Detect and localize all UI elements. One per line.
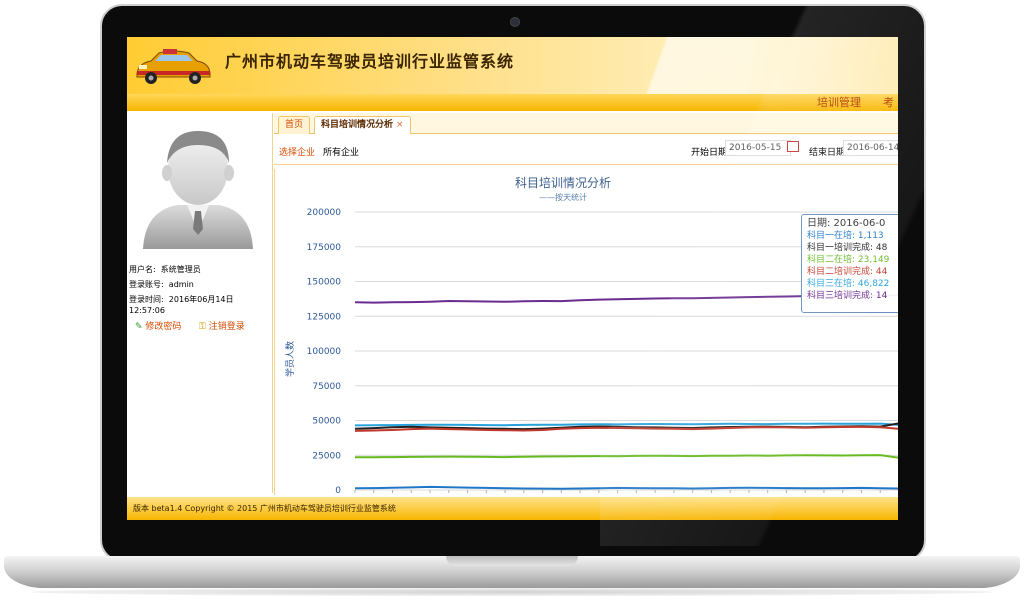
series-line-6[interactable]	[354, 485, 898, 490]
user-name-label: 用户名:	[129, 265, 156, 274]
user-account-label: 登录账号:	[129, 280, 164, 289]
key-icon: ⚿	[199, 322, 206, 332]
end-date-label: 结束日期	[809, 148, 846, 158]
login-date: 2016年06月14日	[168, 295, 234, 304]
logout-link[interactable]: ⚿ 注销登录	[199, 319, 245, 332]
change-password-label: 修改密码	[145, 322, 182, 332]
enterprise-label: 选择企业	[279, 148, 316, 158]
login-time-row: 登录时间: 2016年06月14日	[129, 294, 234, 305]
chart-subtitle: ——按天统计	[539, 192, 587, 202]
app-screen: 广州市机动车驾驶员培训行业监管系统 培训管理 考 用户名: 系统管理员 登录账号…	[127, 37, 898, 520]
user-account: admin	[168, 280, 194, 289]
logout-label: 注销登录	[208, 322, 245, 332]
calendar-icon[interactable]	[787, 141, 799, 152]
user-name-row: 用户名: 系统管理员	[129, 264, 201, 275]
tooltip-row: 科目二培训完成: 44	[807, 267, 888, 277]
top-nav	[127, 94, 898, 111]
y-tick-label: 0	[335, 486, 341, 495]
user-avatar-icon	[143, 131, 253, 249]
laptop-notch	[446, 556, 578, 566]
tooltip-date: 日期: 2016-06-0	[807, 218, 886, 229]
nav-item-exam[interactable]: 考	[883, 94, 894, 111]
series-line-2[interactable]	[354, 422, 898, 427]
tooltip-row: 科目一在培: 1,113	[807, 231, 884, 241]
footer: 版本 beta1.4 Copyright © 2015 广州市机动车驾驶员培训行…	[127, 497, 898, 520]
tab-subject-analysis[interactable]: 科目培训情况分析 ×	[314, 116, 411, 134]
y-axis-label: 学员人数	[284, 341, 296, 377]
tooltip-row: 科目一培训完成: 48	[807, 243, 888, 253]
taxi-logo-icon	[136, 49, 211, 84]
user-panel: 用户名: 系统管理员 登录账号: admin 登录时间: 2016年06月14日…	[127, 113, 273, 493]
tab-subject-analysis-label: 科目培训情况分析	[321, 120, 394, 130]
user-name: 系统管理员	[160, 265, 201, 274]
chart-title: 科目培训情况分析	[515, 175, 611, 190]
enterprise-select[interactable]: 所有企业	[323, 145, 359, 158]
end-date-input[interactable]: 2016-06-14	[843, 140, 898, 156]
tab-home-label: 首页	[285, 120, 304, 130]
y-tick-label: 25000	[312, 451, 341, 461]
pencil-icon: ✎	[135, 322, 143, 332]
login-clock: 12:57:06	[129, 306, 165, 315]
start-date-label: 开始日期	[691, 148, 728, 158]
app-title: 广州市机动车驾驶员培训行业监管系统	[225, 52, 515, 71]
start-date-input[interactable]: 2016-05-15	[725, 140, 791, 156]
nav-item-training[interactable]: 培训管理	[817, 94, 861, 111]
login-time-label: 登录时间:	[129, 295, 164, 304]
tab-home[interactable]: 首页	[278, 116, 311, 134]
y-tick-label: 175000	[307, 243, 342, 253]
y-tick-label: 200000	[307, 208, 342, 218]
tooltip-row: 科目三在培: 46,822	[807, 279, 890, 289]
y-tick-label: 100000	[307, 347, 342, 357]
user-account-row: 登录账号: admin	[129, 279, 194, 290]
change-password-link[interactable]: ✎ 修改密码	[135, 319, 181, 332]
y-tick-label: 50000	[312, 417, 341, 427]
y-tick-label: 75000	[312, 382, 341, 392]
tooltip-row: 科目二在培: 23,149	[807, 255, 890, 265]
y-tick-label: 150000	[307, 278, 342, 288]
chart-tooltip: 日期: 2016-06-0 科目一在培: 1,113 科目一培训完成: 48 科目二…	[801, 214, 898, 313]
filter-bar	[274, 134, 898, 165]
close-tab-icon[interactable]: ×	[396, 120, 404, 130]
webcam-icon	[510, 17, 520, 27]
laptop-shadow	[30, 588, 994, 596]
tooltip-row: 科目三培训完成: 14	[807, 291, 888, 301]
y-tick-label: 125000	[307, 312, 342, 322]
